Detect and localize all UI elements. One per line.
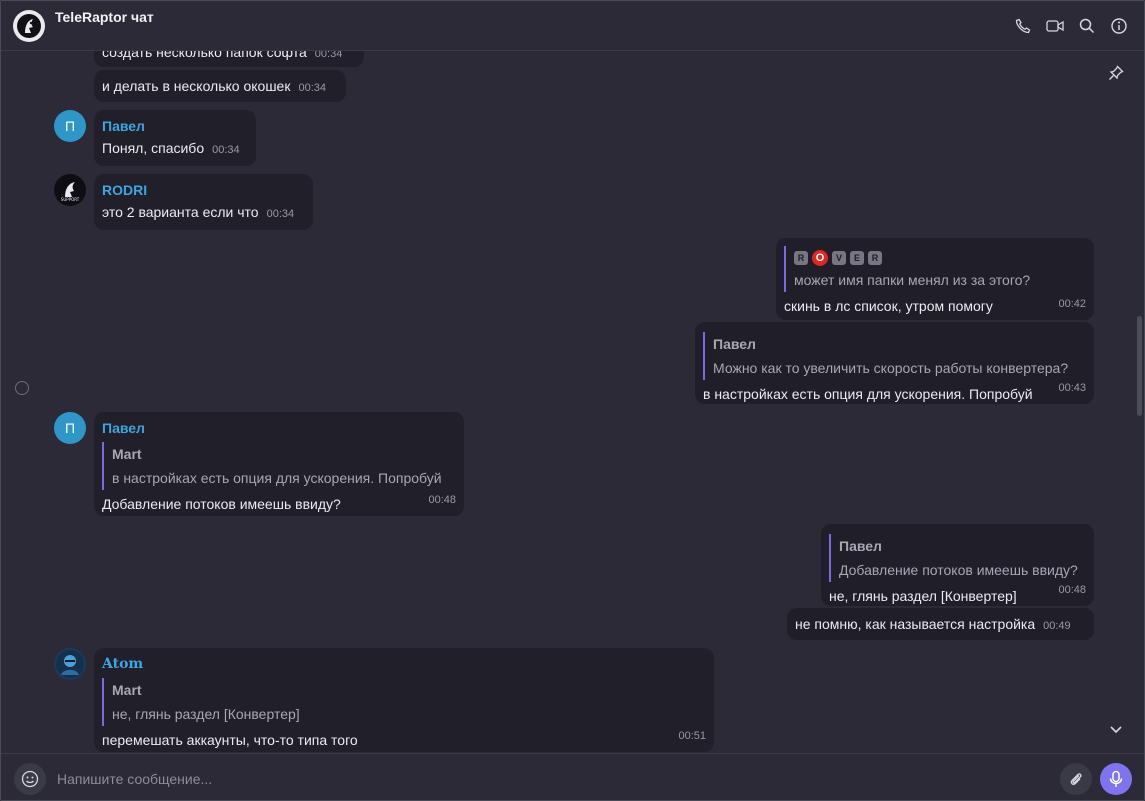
video-icon[interactable] [1046, 17, 1064, 35]
sender-name[interactable]: Atom [102, 654, 706, 674]
search-icon[interactable] [1078, 17, 1096, 35]
message-bubble[interactable]: Atom Mart не, глянь раздел [Конвертер] п… [94, 648, 714, 752]
avatar[interactable]: SUPPORT [54, 174, 86, 206]
avatar[interactable] [54, 648, 86, 680]
message-list[interactable]: создать несколько папок софта 00:34 и дел… [1, 51, 1144, 753]
reply-quote[interactable]: Павел Добавление потоков имеешь ввиду? [829, 534, 1086, 582]
message-bubble[interactable]: RODRI это 2 варианта если что 00:34 [94, 174, 313, 230]
info-icon[interactable] [1110, 17, 1128, 35]
emoji-button[interactable] [14, 763, 46, 795]
svg-text:SUPPORT: SUPPORT [61, 197, 80, 202]
reply-quote[interactable]: Mart в настройках есть опция для ускорен… [102, 442, 456, 490]
reply-quote[interactable]: ROVER может имя папки менял из за этого? [784, 246, 1086, 292]
chevron-down-icon [1110, 726, 1122, 734]
sender-name[interactable]: Павел [102, 116, 248, 136]
message-bubble[interactable]: создать несколько папок софта 00:34 [94, 51, 364, 67]
chat-window: TeleRaptor чат создать несколько папок с… [0, 0, 1145, 801]
reply-quote[interactable]: Павел Можно как то увеличить скорость ра… [703, 332, 1086, 380]
smile-icon [21, 770, 39, 788]
message-composer [1, 753, 1144, 800]
select-circle-icon[interactable] [15, 381, 29, 395]
chat-title: TeleRaptor чат [55, 9, 154, 25]
chat-header: TeleRaptor чат [1, 1, 1144, 51]
reply-quote[interactable]: Mart не, глянь раздел [Конвертер] [102, 678, 706, 726]
voice-record-button[interactable] [1100, 763, 1132, 795]
message-bubble[interactable]: Павел Можно как то увеличить скорость ра… [695, 322, 1094, 404]
message-bubble[interactable]: ROVER может имя папки менял из за этого?… [776, 238, 1094, 320]
attach-button[interactable] [1060, 763, 1092, 795]
message-bubble[interactable]: не помню, как называется настройка 00:49 [787, 608, 1094, 640]
message-bubble[interactable]: Павел Понял, спасибо 00:34 [94, 110, 256, 166]
phone-icon[interactable] [1014, 17, 1032, 35]
scroll-down-button[interactable] [1100, 713, 1132, 745]
avatar[interactable]: П [54, 110, 86, 142]
app-logo [13, 10, 45, 42]
avatar[interactable]: П [54, 412, 86, 444]
sender-name[interactable]: RODRI [102, 180, 305, 200]
paperclip-icon [1070, 773, 1082, 785]
message-bubble[interactable]: Павел Добавление потоков имеешь ввиду? н… [821, 524, 1094, 606]
message-input[interactable] [57, 766, 1037, 792]
microphone-icon [1109, 770, 1123, 787]
message-bubble[interactable]: Павел Mart в настройках есть опция для у… [94, 412, 464, 516]
quote-sender-badges: ROVER [794, 246, 1086, 268]
scrollbar-thumb[interactable] [1137, 316, 1142, 416]
message-bubble[interactable]: и делать в несколько окошек 00:34 [94, 70, 346, 102]
header-actions [1014, 17, 1128, 35]
sender-name[interactable]: Павел [102, 418, 456, 438]
